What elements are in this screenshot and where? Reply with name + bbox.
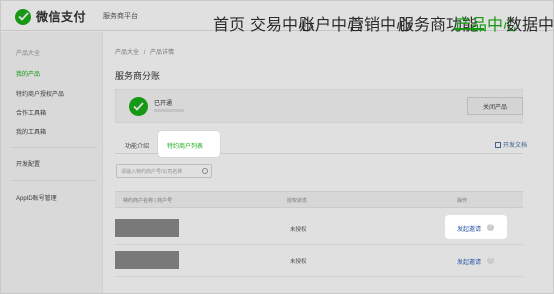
breadcrumb: 产品大全 / 产品详情 [115,47,174,56]
wechat-logo-icon [15,8,31,25]
column-header-status: 授权状态 [287,198,308,204]
product-status-panel [115,89,523,123]
help-icon[interactable]: ? [487,257,494,264]
sidebar-item-dev-config[interactable]: 开发配置 [16,159,40,168]
sidebar-item-my-products[interactable]: 我的产品 [16,69,40,78]
row-divider [115,276,523,277]
platform-name: 服务商平台 [103,13,138,20]
tab-merchant-list[interactable]: 特约商户列表 [167,141,203,150]
search-placeholder: 请输入特约商户号/公司名称 [121,169,183,175]
sidebar-item-appid-management[interactable]: AppID账号管理 [16,193,57,202]
sidebar-divider [11,180,97,181]
wechat-pay-logo[interactable]: 微信支付 [15,8,86,25]
brand-name: 微信支付 [36,10,87,24]
merchant-name-redacted [115,219,179,237]
sidebar: 产品大全 我的产品 特约商户授权产品 合作工具箱 我的工具箱 开发配置 AppI… [1,32,103,293]
status-description-redacted [154,109,184,112]
app-window: 微信支付 服务商平台 首页 交易中心 账户中心 营销中心 服务商功能 产品中心 … [0,0,554,294]
sidebar-item-product-catalog[interactable]: 产品大全 [16,48,40,57]
row-status: 未授权 [290,227,307,233]
column-header-merchant: 特约商户名称 | 商户号 [123,198,173,204]
dev-docs-link[interactable]: 开发文档 [495,140,527,149]
search-icon[interactable] [202,168,208,174]
page-title: 服务商分账 [115,71,161,81]
column-header-action: 操作 [457,198,468,204]
send-invite-link[interactable]: 发起邀请 [457,224,481,233]
nav-active-indicator [454,28,484,30]
top-bar: 微信支付 服务商平台 首页 交易中心 账户中心 营销中心 服务商功能 产品中心 … [1,1,553,34]
row-divider [115,244,523,245]
row-status: 未授权 [290,259,307,265]
document-icon [495,141,501,148]
sidebar-item-my-toolbox[interactable]: 我的工具箱 [16,127,46,136]
nav-data-center[interactable]: 数据中心 [506,11,553,35]
help-icon[interactable]: ? [487,224,494,231]
sidebar-divider [11,147,97,148]
close-product-button[interactable]: 关闭产品 [467,97,523,115]
send-invite-link[interactable]: 发起邀请 [457,257,481,266]
breadcrumb-parent[interactable]: 产品大全 [115,50,139,56]
search-input[interactable]: 请输入特约商户号/公司名称 [116,164,212,178]
status-label: 已开通 [154,101,173,107]
dev-docs-label: 开发文档 [503,143,528,149]
sidebar-item-partner-toolbox[interactable]: 合作工具箱 [16,108,46,117]
breadcrumb-current: 产品详情 [150,50,175,56]
nav-home[interactable]: 首页 [213,11,245,35]
breadcrumb-separator: / [143,50,146,56]
sidebar-item-authorized-products[interactable]: 特约商户授权产品 [16,89,64,98]
check-icon [129,97,148,116]
merchant-name-redacted [115,251,179,269]
tab-feature-intro[interactable]: 功能介绍 [125,141,149,150]
